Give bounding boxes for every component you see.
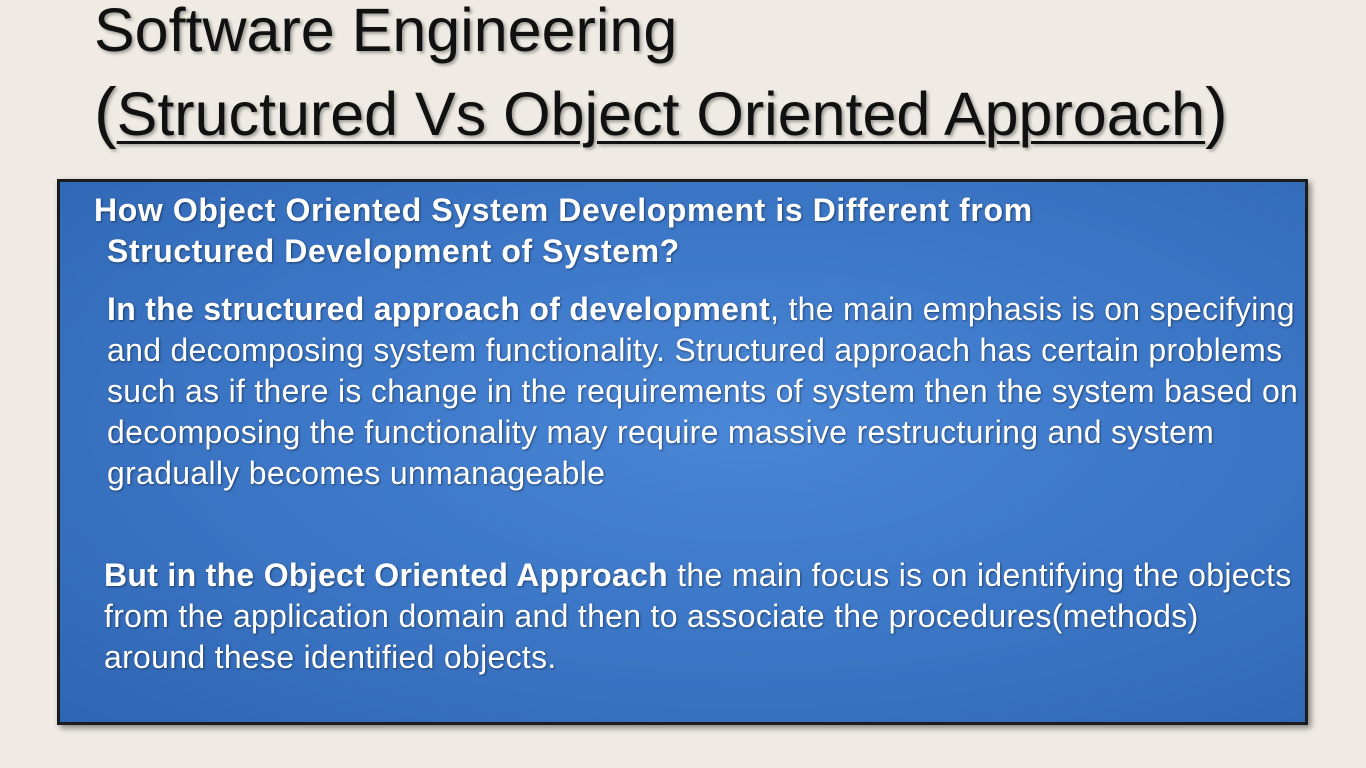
question-heading: How Object Oriented System Development i… bbox=[94, 190, 1033, 272]
content-box: How Object Oriented System Development i… bbox=[57, 179, 1308, 725]
slide-title: Software Engineering bbox=[94, 0, 678, 64]
subtitle-open-paren: ( bbox=[94, 74, 117, 150]
structured-approach-lead: In the structured approach of developmen… bbox=[107, 291, 771, 327]
slide-subtitle: (Structured Vs Object Oriented Approach) bbox=[94, 74, 1228, 152]
question-line-1: How Object Oriented System Development i… bbox=[94, 192, 1033, 228]
question-line-2: Structured Development of System? bbox=[107, 233, 680, 269]
structured-approach-paragraph: In the structured approach of developmen… bbox=[107, 289, 1307, 494]
object-oriented-paragraph: But in the Object Oriented Approach the … bbox=[104, 555, 1304, 678]
subtitle-close-paren: ) bbox=[1205, 74, 1228, 150]
subtitle-text: Structured Vs Object Oriented Approach bbox=[116, 80, 1206, 148]
object-oriented-lead: But in the Object Oriented Approach bbox=[104, 557, 669, 593]
